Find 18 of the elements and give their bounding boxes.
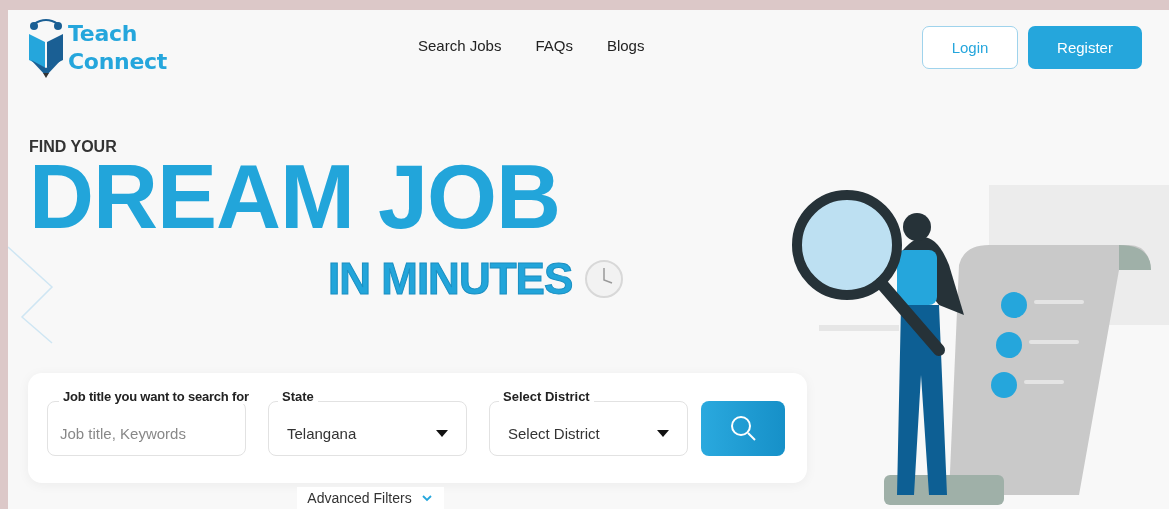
- hero-kicker: FIND YOUR: [29, 137, 118, 157]
- search-icon: [729, 414, 757, 442]
- nav-link[interactable]: Search Jobs: [418, 36, 502, 54]
- brand-name: Connect: [68, 48, 167, 76]
- dropdown-field[interactable]: Telangana: [268, 400, 467, 456]
- brand-name: Teach: [68, 20, 139, 48]
- dropdown-field[interactable]: Select District: [489, 400, 688, 456]
- search-button[interactable]: [701, 400, 785, 456]
- logo-icon: [28, 18, 64, 78]
- hero-subline: IN MINUTES: [328, 257, 573, 301]
- chevron-down-icon: [421, 494, 432, 502]
- caret-icon: [657, 429, 669, 437]
- nav-link[interactable]: Blogs: [606, 36, 645, 54]
- caret-icon: [436, 429, 448, 437]
- hero-headline: DREAM JOB: [29, 157, 562, 237]
- nav-link[interactable]: FAQs: [535, 36, 573, 54]
- advanced-filters-button[interactable]: Advanced Filters: [297, 487, 444, 509]
- clock-icon: [584, 259, 625, 299]
